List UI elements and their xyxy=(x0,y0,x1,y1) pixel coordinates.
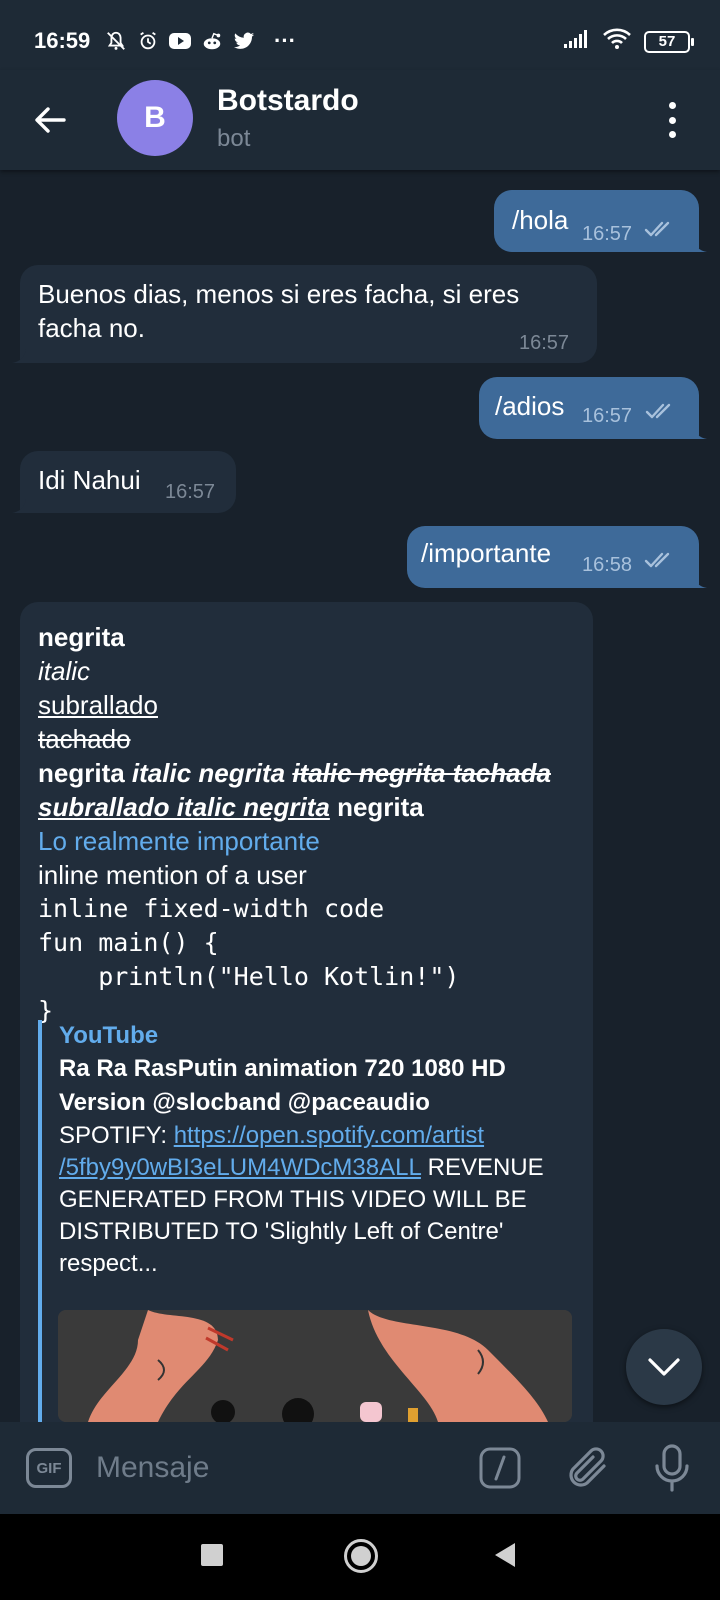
message-time: 16:57 xyxy=(519,332,570,354)
bubble-tail xyxy=(693,574,707,588)
cartoon-thumbnail-image xyxy=(58,1310,572,1422)
battery-icon: 57 xyxy=(644,30,694,53)
more-options-button[interactable] xyxy=(662,100,682,140)
message-text-line: facha no. xyxy=(38,313,145,343)
alarm-icon xyxy=(136,29,160,53)
chat-subtitle: bot xyxy=(217,125,251,152)
italic-text: italic xyxy=(38,656,91,686)
preview-site-name: YouTube xyxy=(59,1022,159,1049)
bubble-tail xyxy=(12,349,26,363)
bubble-tail xyxy=(693,238,707,252)
outgoing-message[interactable]: /adios 16:57 xyxy=(479,377,707,439)
bold-italic-underline-text: subrallado italic negrita xyxy=(38,792,330,822)
message-time: 16:58 xyxy=(582,554,633,576)
system-icons: 57 xyxy=(562,28,694,55)
status-time: 16:59 xyxy=(34,28,91,53)
message-input[interactable] xyxy=(96,1444,436,1492)
preview-desc-text: SPOTIFY: xyxy=(59,1122,174,1149)
bot-commands-button[interactable] xyxy=(478,1446,522,1490)
system-nav-bar xyxy=(0,1514,720,1600)
text-link[interactable]: Lo realmente importante xyxy=(38,826,320,856)
chevron-down-icon xyxy=(648,1358,680,1376)
strikethrough-text: tachado xyxy=(38,724,131,754)
chat-header: B Botstardo bot xyxy=(0,70,720,170)
message-text: Idi Nahui xyxy=(38,465,141,495)
bold-text: negrita xyxy=(38,622,125,652)
youtube-icon xyxy=(168,29,192,53)
status-bar: 16:59 ··· 57 xyxy=(0,0,720,70)
bubble-tail xyxy=(693,425,707,439)
home-button[interactable] xyxy=(344,1539,378,1573)
preview-desc-text: REVENUE xyxy=(420,1154,544,1181)
message-time: 16:57 xyxy=(165,481,216,503)
bold-italic-text: italic negrita xyxy=(131,758,293,788)
message-text: /hola xyxy=(512,205,569,235)
dot-icon xyxy=(668,116,676,124)
notification-icons: ··· xyxy=(104,28,296,54)
mention-text[interactable]: inline mention of a user xyxy=(38,858,578,892)
attach-button[interactable] xyxy=(566,1444,612,1492)
preview-desc-link[interactable]: https://open.spotify.com/artist xyxy=(174,1122,484,1149)
recents-button[interactable] xyxy=(201,1544,223,1566)
preview-description: /5fby9y0wBI3eLUM4WDcM38ALL REVENUE xyxy=(59,1152,578,1184)
incoming-message[interactable]: Buenos dias, menos si eres facha, si ere… xyxy=(12,265,597,363)
preview-description: DISTRIBUTED TO 'Slightly Left of Centre' xyxy=(59,1218,504,1245)
microphone-icon xyxy=(655,1444,689,1492)
message-time: 16:57 xyxy=(582,405,633,427)
home-icon xyxy=(351,1546,371,1566)
avatar[interactable]: B xyxy=(117,80,193,156)
double-check-icon xyxy=(644,552,670,568)
message-time: 16:57 xyxy=(582,223,633,245)
gif-button[interactable]: GIF xyxy=(26,1448,72,1488)
preview-description: SPOTIFY: https://open.spotify.com/artist xyxy=(59,1120,578,1152)
message-text: /importante xyxy=(421,538,552,568)
slash-command-icon xyxy=(479,1447,521,1489)
mixed-format-line: negrita italic negrita italic negrita ta… xyxy=(38,756,578,790)
bell-muted-icon xyxy=(104,29,128,53)
inline-code[interactable]: inline fixed-width code xyxy=(38,892,578,926)
message-text: /adios xyxy=(495,391,565,421)
preview-image[interactable] xyxy=(58,1310,572,1422)
paperclip-icon xyxy=(569,1447,606,1487)
back-button[interactable] xyxy=(28,98,72,142)
underline-text: subrallado xyxy=(38,690,158,720)
message-text-line: Buenos dias, menos si eres facha, si ere… xyxy=(38,279,520,309)
signal-icon xyxy=(562,29,590,54)
code-line[interactable]: println("Hello Kotlin!") xyxy=(38,960,578,994)
dot-icon xyxy=(668,102,676,109)
incoming-message[interactable]: Idi Nahui 16:57 xyxy=(12,451,236,513)
arrow-left-icon xyxy=(35,107,66,133)
mixed-format-line: subrallado italic negrita negrita xyxy=(38,790,578,824)
outgoing-message[interactable]: /importante 16:58 xyxy=(407,526,707,588)
chat-title[interactable]: Botstardo xyxy=(217,84,359,118)
preview-desc-link[interactable]: /5fby9y0wBI3eLUM4WDcM38ALL xyxy=(59,1154,421,1181)
twitter-icon xyxy=(232,29,256,53)
formatted-text: negrita italic subrallado tachado negrit… xyxy=(38,620,578,1028)
bold-italic-strike-text: italic negrita tachada xyxy=(292,758,551,788)
wifi-icon xyxy=(602,28,632,55)
bold-text: negrita xyxy=(329,792,424,822)
double-check-icon xyxy=(645,403,671,419)
code-line[interactable]: fun main() { xyxy=(38,926,578,960)
dot-icon xyxy=(668,131,676,138)
outgoing-message[interactable]: /hola 16:57 xyxy=(494,190,707,252)
double-check-icon xyxy=(644,221,670,237)
preview-description: GENERATED FROM THIS VIDEO WILL BE xyxy=(59,1186,527,1213)
preview-description: respect... xyxy=(59,1250,158,1277)
message-composer: GIF xyxy=(0,1422,720,1514)
more-notifications: ··· xyxy=(274,28,296,53)
scroll-down-button[interactable] xyxy=(626,1329,702,1405)
bubble-tail xyxy=(12,499,26,513)
voice-record-button[interactable] xyxy=(652,1442,692,1494)
preview-title: Version @slocband @paceaudio xyxy=(59,1089,430,1116)
preview-title: Ra Ra RasPutin animation 720 1080 HD xyxy=(59,1055,506,1082)
system-back-button[interactable] xyxy=(495,1543,515,1567)
reddit-icon xyxy=(200,29,224,53)
bold-text: negrita xyxy=(38,758,132,788)
